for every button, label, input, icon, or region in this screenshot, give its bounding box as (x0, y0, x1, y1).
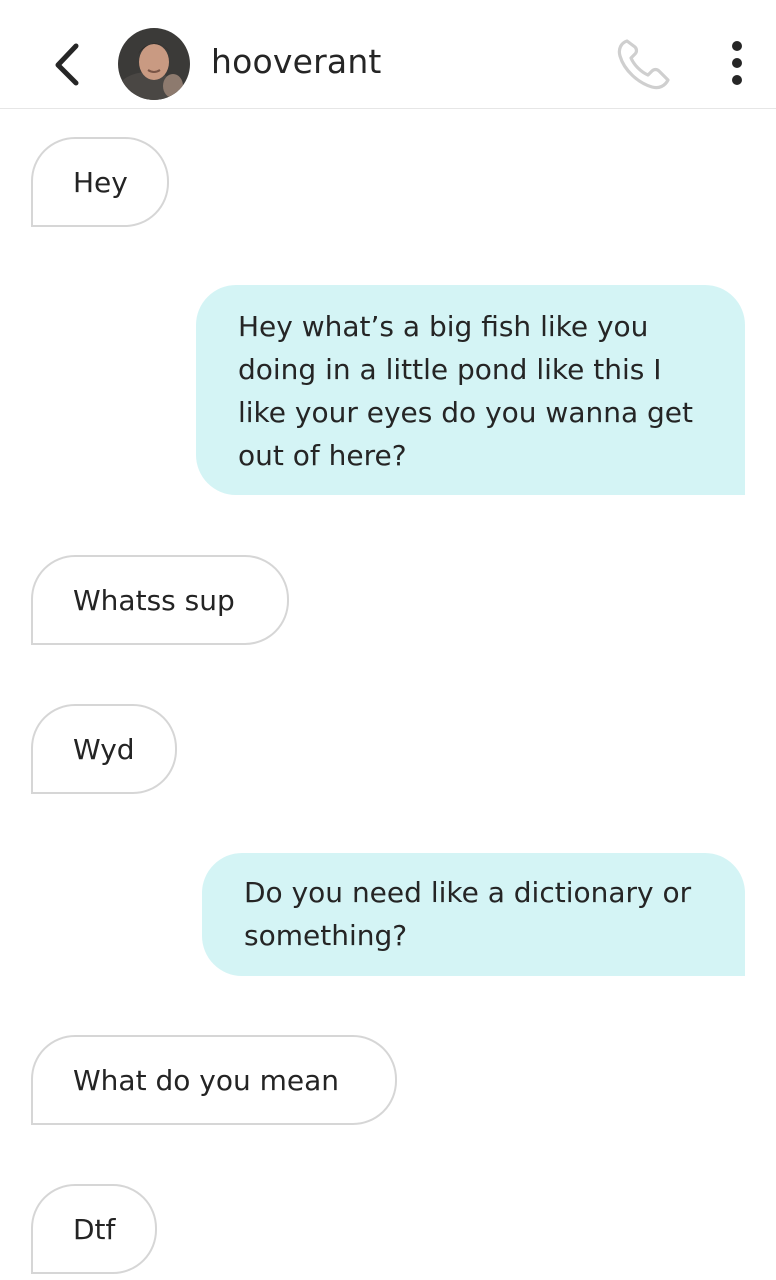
message-text: Wyd (73, 733, 135, 766)
message-text: What do you mean (73, 1064, 340, 1097)
message-outgoing: Hey what’s a big fish like you doing in … (196, 285, 745, 495)
chevron-left-icon (55, 43, 79, 86)
message-text-line: out of here? (238, 439, 407, 472)
message-incoming: Dtf (31, 1184, 157, 1274)
call-button[interactable] (612, 34, 676, 94)
message-text-line: something? (244, 919, 408, 952)
message-text-line: Do you need like a dictionary or (244, 876, 692, 909)
chat-header: hooverant (0, 0, 776, 109)
phone-icon (617, 39, 670, 90)
contact-name[interactable]: hooverant (211, 40, 382, 84)
message-incoming: What do you mean (31, 1035, 397, 1125)
message-text-line: like your eyes do you wanna get (238, 396, 694, 429)
avatar-image (118, 28, 190, 100)
back-button[interactable] (44, 38, 88, 90)
more-options-button[interactable] (722, 38, 752, 88)
message-outgoing: Do you need like a dictionary or somethi… (202, 853, 745, 976)
message-text: Hey (73, 166, 128, 199)
message-text-line: doing in a little pond like this I (238, 353, 662, 386)
more-vertical-icon (732, 41, 742, 85)
message-incoming: Whatss sup (31, 555, 289, 645)
message-text: Dtf (73, 1213, 116, 1246)
message-text-line: Hey what’s a big fish like you (238, 310, 649, 343)
message-incoming: Hey (31, 137, 169, 227)
message-incoming: Wyd (31, 704, 177, 794)
message-text: Whatss sup (73, 584, 235, 617)
avatar[interactable] (118, 28, 190, 100)
